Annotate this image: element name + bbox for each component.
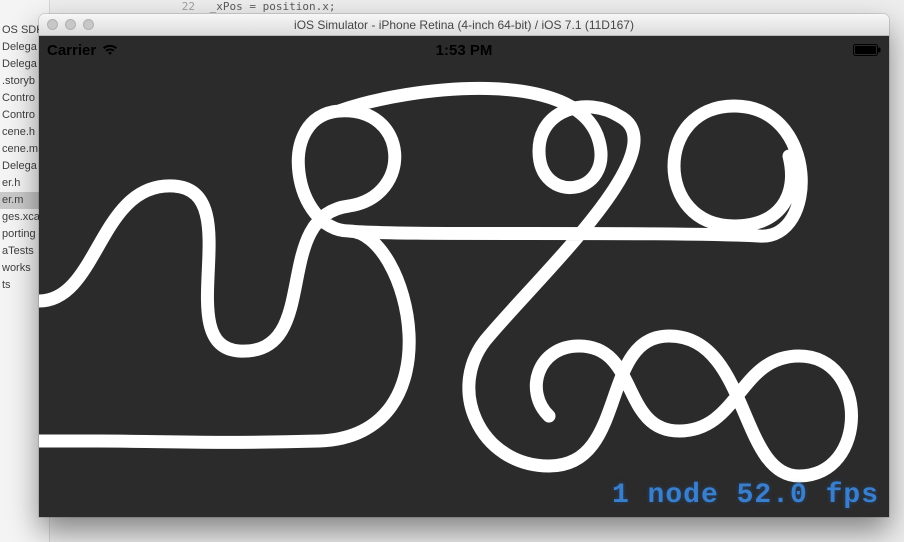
- node-count: 1 node: [612, 480, 719, 511]
- minimize-icon[interactable]: [65, 19, 76, 30]
- fps-count: 52.0 fps: [737, 480, 879, 511]
- window-titlebar[interactable]: iOS Simulator - iPhone Retina (4-inch 64…: [39, 14, 889, 36]
- traffic-lights: [47, 19, 94, 30]
- code-line: _xPos = position.x;: [210, 0, 336, 13]
- close-icon[interactable]: [47, 19, 58, 30]
- scene-drawing: [39, 36, 889, 517]
- simulator-window: iOS Simulator - iPhone Retina (4-inch 64…: [39, 14, 889, 517]
- line-number: 22: [175, 0, 195, 13]
- spritekit-debug-overlay: 1 node 52.0 fps: [612, 480, 879, 511]
- simulator-screen[interactable]: Carrier 1:53 PM: [39, 36, 889, 517]
- window-title: iOS Simulator - iPhone Retina (4-inch 64…: [39, 18, 889, 32]
- zoom-icon[interactable]: [83, 19, 94, 30]
